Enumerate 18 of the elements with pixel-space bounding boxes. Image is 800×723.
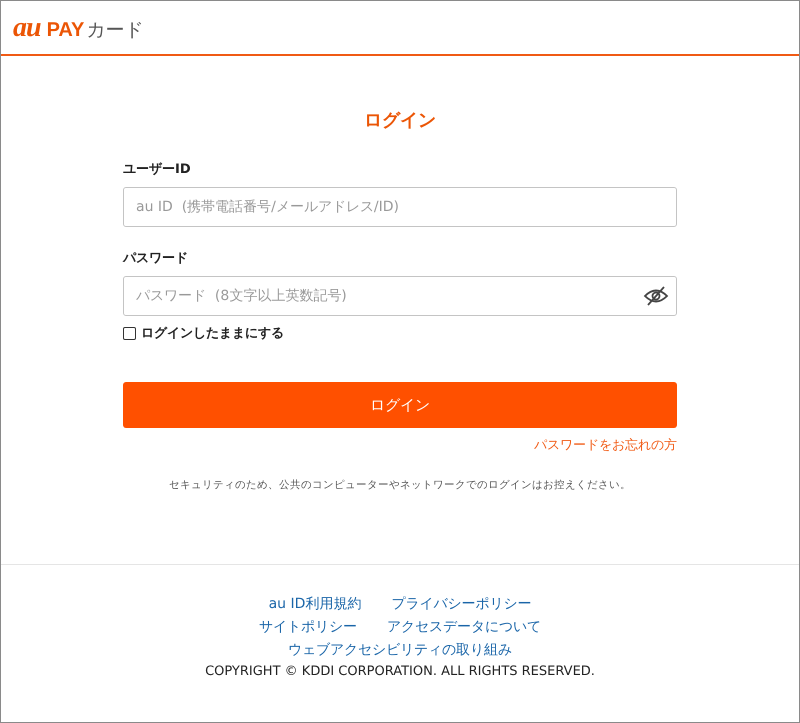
- login-button[interactable]: ログイン: [123, 382, 677, 428]
- hidden-eye-icon[interactable]: [643, 285, 669, 307]
- footer-link[interactable]: ウェブアクセシビリティの取り組み: [288, 641, 512, 659]
- remember-checkbox[interactable]: [123, 326, 136, 340]
- footer-link[interactable]: アクセスデータについて: [387, 618, 541, 636]
- page-title: ログイン: [364, 109, 436, 132]
- logo: au PAY カード: [13, 12, 144, 44]
- footer-link[interactable]: プライバシーポリシー: [391, 595, 532, 613]
- footer-link[interactable]: サイトポリシー: [259, 618, 357, 636]
- input-field[interactable]: au ID (携帯電話番号/メールアドレス/ID): [123, 187, 677, 227]
- checkbox-label: ログインしたままにする: [141, 325, 284, 342]
- copyright: COPYRIGHT © KDDI CORPORATION. ALL RIGHTS RESERVED.: [205, 664, 595, 679]
- footer-link[interactable]: au ID利用規約: [268, 595, 362, 613]
- field-label: パスワード: [123, 250, 189, 267]
- forgot-password-link[interactable]: パスワードをお忘れの方: [534, 436, 677, 454]
- input-field[interactable]: パスワード (8文字以上英数記号): [123, 276, 677, 316]
- field-label: ユーザーID: [123, 161, 192, 178]
- security-notice: セキュリティのため、公共のコンピューターやネットワークでのログインはお控えください。: [168, 478, 632, 492]
